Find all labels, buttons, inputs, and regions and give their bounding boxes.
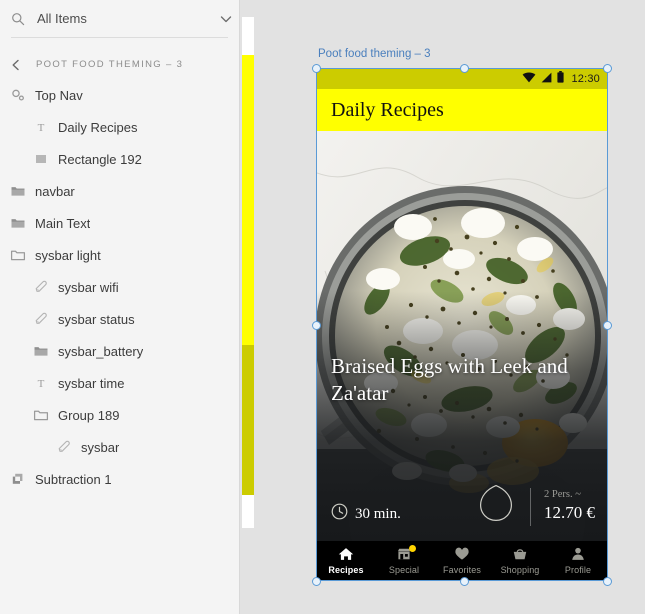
layer-label: Group 189 — [58, 407, 120, 423]
layer-row[interactable]: Tsysbar time — [0, 367, 239, 399]
nav-label: Favorites — [443, 564, 481, 575]
breadcrumb[interactable]: POOT FOOD THEMING – 3 — [0, 51, 239, 77]
battery-icon — [557, 70, 565, 88]
layer-row[interactable]: T Daily Recipes — [0, 111, 239, 143]
text-icon: T — [33, 375, 49, 391]
home-icon — [338, 547, 354, 562]
folder-icon — [33, 343, 49, 359]
price-label: 12.70 € — [544, 503, 595, 522]
search-bar[interactable] — [11, 0, 232, 38]
folder-icon — [10, 183, 26, 199]
layer-label: Main Text — [35, 215, 91, 231]
chevron-left-icon[interactable] — [10, 58, 22, 71]
cook-time-label: 30 min. — [355, 505, 401, 522]
wifi-icon — [522, 70, 536, 88]
layers-sidebar: POOT FOOD THEMING – 3 Top Nav T Daily Reci… — [0, 0, 240, 614]
layer-row[interactable]: Main Text — [0, 207, 239, 239]
strip-segment — [242, 345, 254, 495]
adjacent-artboard-strip[interactable] — [242, 17, 254, 528]
text-icon: T — [33, 119, 49, 135]
svg-text:T: T — [38, 122, 45, 134]
clock-icon — [331, 503, 348, 525]
price-block: 2 Pers. ~ 12.70 € — [530, 488, 595, 526]
layer-label: sysbar — [81, 439, 120, 455]
layer-label: Subtraction 1 — [35, 471, 112, 487]
search-icon — [11, 12, 25, 26]
rectangle-icon — [33, 151, 49, 167]
nav-item-favorites[interactable]: Favorites — [433, 541, 491, 580]
recipe-meta-row: 30 min. 2 Pers. ~ 12.70 € — [331, 484, 595, 527]
layer-label: sysbar status — [58, 311, 135, 327]
heart-icon — [454, 547, 470, 562]
nav-label: Special — [388, 564, 420, 575]
design-canvas[interactable]: Poot food theming – 3 12:30 Daily Recipe… — [240, 0, 645, 614]
artboard-label[interactable]: Poot food theming – 3 — [318, 48, 431, 60]
layer-label: Rectangle 192 — [58, 151, 142, 167]
app-title-bar: Daily Recipes — [317, 89, 607, 131]
boolean-icon — [10, 471, 26, 487]
layer-list: Top Nav T Daily Recipes Rectangle 192 navbar… — [0, 79, 239, 495]
bottom-navigation-bar: Recipes Special Favorites Shopping Profile — [317, 541, 607, 580]
cook-time: 30 min. — [331, 503, 401, 525]
layer-label: sysbar wifi — [58, 279, 119, 295]
layer-label: Top Nav — [35, 87, 83, 103]
layer-label: sysbar time — [58, 375, 125, 391]
nav-label: Recipes — [328, 564, 364, 575]
nav-item-profile[interactable]: Profile — [549, 541, 607, 580]
shop-icon — [396, 544, 416, 562]
shape-icon — [56, 439, 72, 455]
nav-label: Profile — [564, 564, 592, 575]
layer-row[interactable]: sysbar_battery — [0, 335, 239, 367]
status-bar-time: 12:30 — [571, 73, 600, 85]
chevron-down-icon[interactable] — [219, 12, 233, 26]
layer-label: navbar — [35, 183, 75, 199]
nav-label: Shopping — [500, 564, 540, 575]
strip-segment — [242, 17, 254, 55]
folder-icon — [10, 215, 26, 231]
strip-segment — [242, 495, 254, 528]
basket-icon — [512, 547, 528, 562]
design-tool-window: POOT FOOD THEMING – 3 Top Nav T Daily Reci… — [0, 0, 645, 614]
shape-icon — [33, 279, 49, 295]
recipe-title: Braised Eggs with Leek and Za'atar — [331, 354, 568, 405]
artboard-poot-food-theming-3[interactable]: 12:30 Daily Recipes Braised Eggs with Le… — [317, 69, 607, 580]
status-bar: 12:30 — [317, 69, 607, 89]
layer-row[interactable]: Top Nav — [0, 79, 239, 111]
layer-row[interactable]: Subtraction 1 — [0, 463, 239, 495]
layer-row[interactable]: sysbar wifi — [0, 271, 239, 303]
symbol-icon — [10, 87, 26, 103]
layer-row[interactable]: Rectangle 192 — [0, 143, 239, 175]
signal-icon — [541, 70, 552, 88]
svg-text:T: T — [38, 378, 45, 390]
layer-row[interactable]: sysbar — [0, 431, 239, 463]
breadcrumb-label: POOT FOOD THEMING – 3 — [36, 58, 184, 70]
layer-label: Daily Recipes — [58, 119, 138, 135]
nav-item-special[interactable]: Special — [375, 541, 433, 580]
notification-badge — [409, 544, 416, 552]
layer-label: sysbar light — [35, 247, 101, 263]
nav-item-shopping[interactable]: Shopping — [491, 541, 549, 580]
nav-item-recipes[interactable]: Recipes — [317, 541, 375, 580]
strip-segment — [242, 55, 254, 345]
layer-row[interactable]: Group 189 — [0, 399, 239, 431]
egg-icon — [479, 484, 513, 527]
shape-icon — [33, 311, 49, 327]
person-icon — [570, 547, 586, 562]
portions-label: 2 Pers. ~ — [544, 489, 581, 500]
search-input[interactable] — [37, 11, 213, 26]
layer-row[interactable]: sysbar light — [0, 239, 239, 271]
layer-row[interactable]: navbar — [0, 175, 239, 207]
folder-open-icon — [10, 247, 26, 263]
recipe-hero[interactable]: Braised Eggs with Leek and Za'atar 30 mi… — [317, 131, 607, 541]
page-title: Daily Recipes — [331, 98, 444, 121]
layer-label: sysbar_battery — [58, 343, 144, 359]
layer-row[interactable]: sysbar status — [0, 303, 239, 335]
folder-open-icon — [33, 407, 49, 423]
